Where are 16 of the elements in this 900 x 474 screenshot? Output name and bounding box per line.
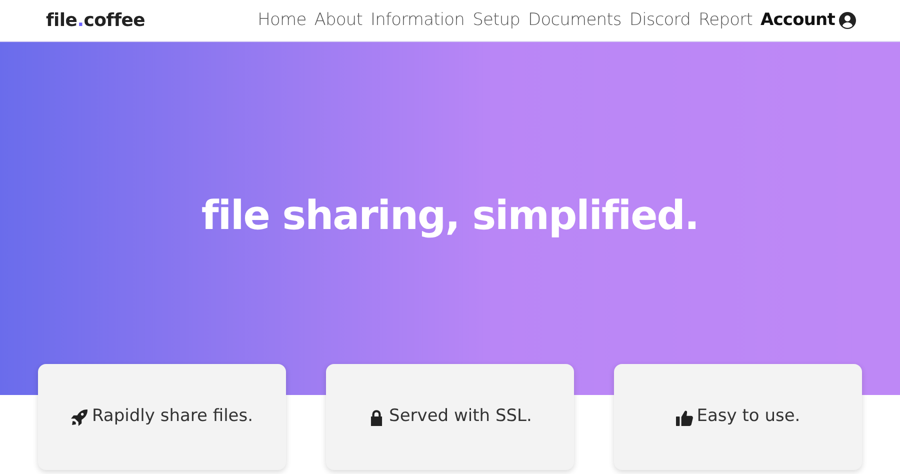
nav-link[interactable]: Home [258, 8, 306, 34]
nav-link[interactable]: Report [698, 8, 752, 34]
site-logo[interactable]: file.coffee [46, 7, 146, 34]
nav-link[interactable]: Documents [528, 8, 622, 34]
account-link[interactable]: Account [760, 8, 856, 34]
user-icon [839, 12, 856, 29]
nav-link[interactable]: Setup [472, 8, 520, 34]
hero-title: file sharing, simplified. [200, 192, 700, 240]
nav-link[interactable]: Information [370, 8, 465, 34]
nav-link[interactable]: Discord [629, 8, 690, 34]
rocket-icon [70, 408, 88, 426]
feature-text: Easy to use. [696, 405, 800, 428]
feature-text: Rapidly share files. [92, 405, 254, 428]
nav-link[interactable]: About [314, 8, 363, 34]
feature-text: Served with SSL. [389, 405, 532, 428]
thumbs-up-icon [676, 408, 693, 426]
